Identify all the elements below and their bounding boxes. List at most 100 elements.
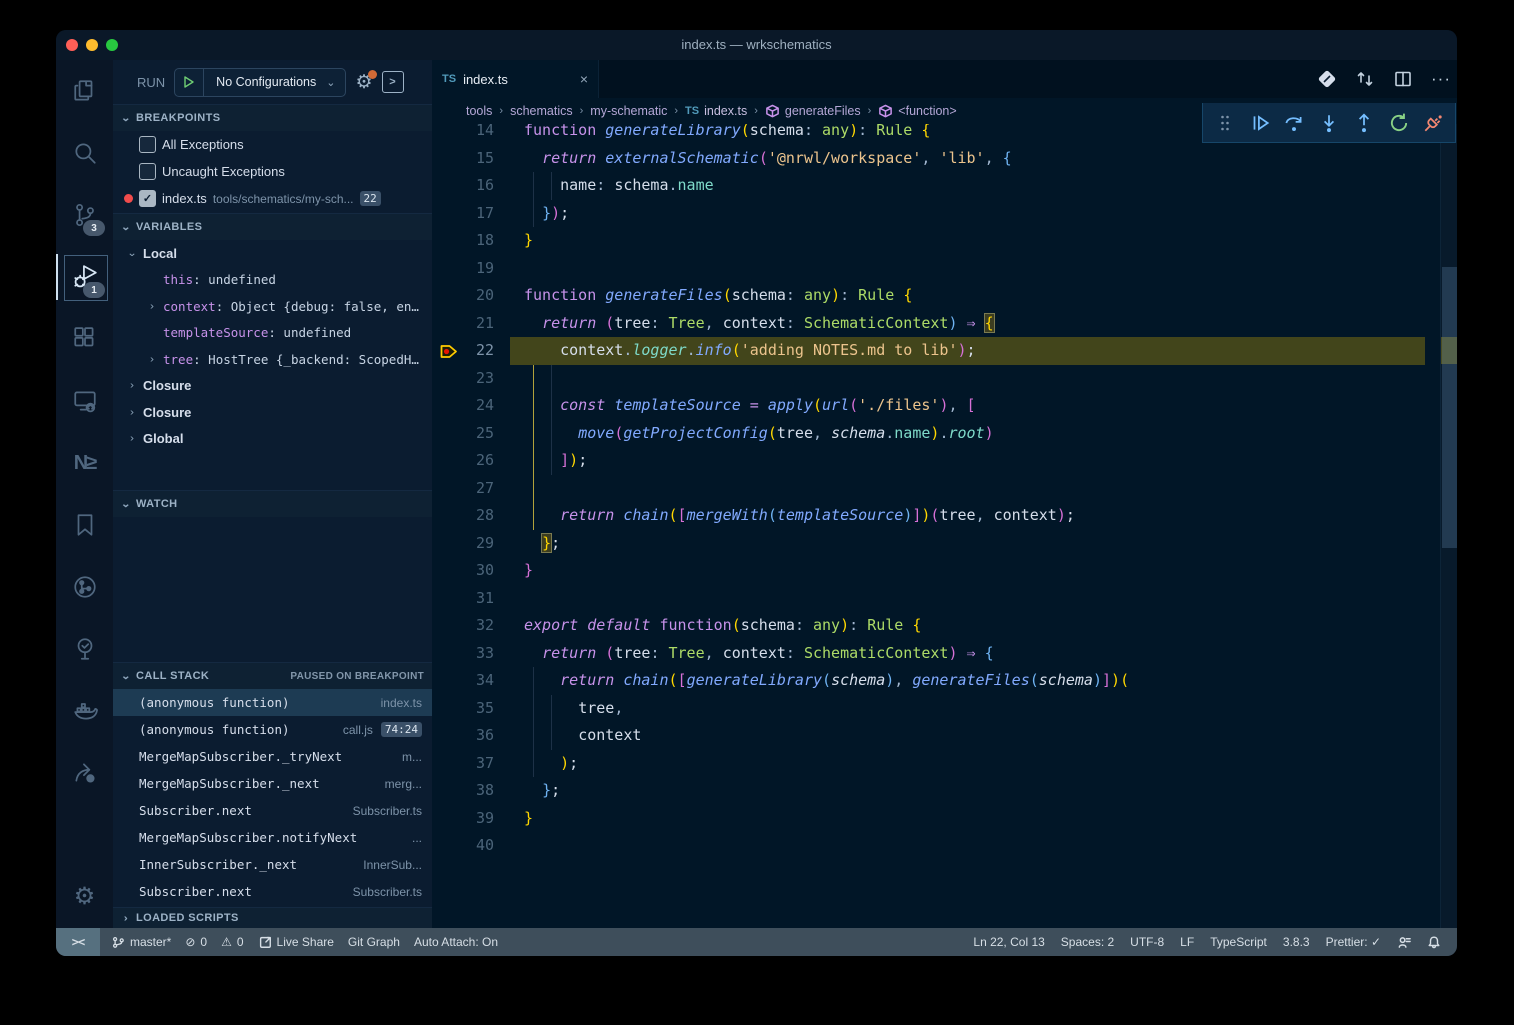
code-line-21[interactable]: 21 return (tree: Tree, context: Schemati… <box>432 310 1441 338</box>
code-line-37[interactable]: 37 ); <box>432 750 1441 778</box>
call-stack-frame[interactable]: (anonymous function)call.js74:24 <box>113 716 432 743</box>
line-number[interactable]: 26 <box>432 447 494 475</box>
code-line-22[interactable]: 22 context.logger.info('adding NOTES.md … <box>432 337 1441 365</box>
line-number[interactable]: 34 <box>432 667 494 695</box>
breakpoint-checkbox[interactable]: ✓ <box>139 190 156 207</box>
line-number[interactable]: 25 <box>432 420 494 448</box>
scope-row[interactable]: ›Closure <box>113 399 432 426</box>
compare-changes-icon[interactable] <box>1355 69 1375 89</box>
scrollbar-slider[interactable] <box>1442 267 1457 548</box>
disconnect-button[interactable] <box>1420 110 1446 136</box>
code-line-28[interactable]: 28 return chain([mergeWith(templateSourc… <box>432 502 1441 530</box>
breakpoint-checkbox[interactable] <box>139 163 156 180</box>
restart-button[interactable] <box>1386 110 1412 136</box>
call-stack-frame[interactable]: Subscriber.nextSubscriber.ts <box>113 797 432 824</box>
activitybar-testing[interactable] <box>56 618 113 680</box>
scope-row[interactable]: ›Global <box>113 426 432 453</box>
statusbar-cursor-position[interactable]: Ln 22, Col 13 <box>965 935 1052 949</box>
tab-index-ts[interactable]: TS index.ts × <box>432 60 599 98</box>
code-area[interactable]: 14function generateLibrary(schema: any):… <box>432 60 1441 928</box>
line-number[interactable]: 23 <box>432 365 494 393</box>
activitybar-live-share[interactable] <box>56 742 113 804</box>
call-stack-frame[interactable]: Subscriber.nextSubscriber.ts <box>113 878 432 905</box>
line-number[interactable]: 33 <box>432 640 494 668</box>
more-actions-icon[interactable]: ··· <box>1431 69 1451 89</box>
line-number[interactable]: 15 <box>432 145 494 173</box>
statusbar-ts-version[interactable]: 3.8.3 <box>1275 935 1318 949</box>
code-line-40[interactable]: 40 <box>432 832 1441 860</box>
activitybar-search[interactable] <box>56 122 113 184</box>
code-line-16[interactable]: 16 name: schema.name <box>432 172 1441 200</box>
line-number[interactable]: 29 <box>432 530 494 558</box>
activitybar-manage[interactable]: ⚙ <box>56 866 113 928</box>
line-number[interactable]: 32 <box>432 612 494 640</box>
code-line-17[interactable]: 17 }); <box>432 200 1441 228</box>
call-stack-frame[interactable]: (anonymous function)index.ts <box>113 689 432 716</box>
code-line-36[interactable]: 36 context <box>432 722 1441 750</box>
open-changes-icon[interactable] <box>1317 69 1337 89</box>
debug-settings-gear-icon[interactable]: ⚙ <box>355 73 372 92</box>
code-line-38[interactable]: 38 }; <box>432 777 1441 805</box>
statusbar-notifications[interactable] <box>1419 935 1449 949</box>
line-number[interactable]: 40 <box>432 832 494 860</box>
call-stack-frame[interactable]: InnerSubscriber._nextInnerSub... <box>113 851 432 878</box>
code-line-26[interactable]: 26 ]); <box>432 447 1441 475</box>
breakpoint-row[interactable]: ✓index.tstools/schematics/my-sch...22 <box>113 185 432 212</box>
statusbar-language-mode[interactable]: TypeScript <box>1202 935 1275 949</box>
activitybar-git-graph[interactable] <box>56 556 113 618</box>
breadcrumb-item[interactable]: schematics <box>510 104 573 118</box>
statusbar-indentation[interactable]: Spaces: 2 <box>1053 935 1122 949</box>
continue-button[interactable] <box>1247 110 1273 136</box>
statusbar-feedback[interactable] <box>1389 935 1419 949</box>
line-number[interactable]: 28 <box>432 502 494 530</box>
statusbar-git-graph[interactable]: Git Graph <box>341 935 407 949</box>
breadcrumb-item[interactable]: my-schematic <box>590 104 667 118</box>
code-line-31[interactable]: 31 <box>432 585 1441 613</box>
variable-row[interactable]: ›tree: HostTree {_backend: ScopedH… <box>113 346 432 373</box>
activitybar-extensions[interactable] <box>56 308 113 370</box>
launch-config-dropdown[interactable]: No Configurations ⌄ <box>174 68 346 97</box>
line-number[interactable]: 27 <box>432 475 494 503</box>
breakpoint-row[interactable]: Uncaught Exceptions <box>113 158 432 185</box>
line-number[interactable]: 30 <box>432 557 494 585</box>
breakpoint-checkbox[interactable] <box>139 136 156 153</box>
scope-row[interactable]: ⌄Local <box>113 240 432 267</box>
statusbar-encoding[interactable]: UTF-8 <box>1122 935 1172 949</box>
line-number[interactable]: 17 <box>432 200 494 228</box>
line-number[interactable]: 37 <box>432 750 494 778</box>
code-line-20[interactable]: 20function generateFiles(schema: any): R… <box>432 282 1441 310</box>
code-line-18[interactable]: 18} <box>432 227 1441 255</box>
line-number[interactable]: 18 <box>432 227 494 255</box>
breadcrumb-item[interactable]: <function> <box>878 104 956 118</box>
call-stack-section-header[interactable]: ⌄ CALL STACK PAUSED ON BREAKPOINT <box>113 662 432 689</box>
activitybar-remote-explorer[interactable] <box>56 370 113 432</box>
statusbar-git-branch[interactable]: master* <box>104 935 178 949</box>
statusbar-errors[interactable]: ⊘0 <box>178 935 214 949</box>
split-editor-icon[interactable] <box>1393 69 1413 89</box>
code-line-25[interactable]: 25 move(getProjectConfig(tree, schema.na… <box>432 420 1441 448</box>
activitybar-docker[interactable] <box>56 680 113 742</box>
watch-section-header[interactable]: ⌄ WATCH <box>113 490 432 517</box>
activitybar-nx-console[interactable]: N≥ <box>56 432 113 494</box>
code-line-35[interactable]: 35 tree, <box>432 695 1441 723</box>
code-line-32[interactable]: 32export default function(schema: any): … <box>432 612 1441 640</box>
call-stack-frame[interactable]: MergeMapSubscriber._tryNextm... <box>113 743 432 770</box>
variable-row[interactable]: templateSource: undefined <box>113 320 432 347</box>
line-number[interactable]: 36 <box>432 722 494 750</box>
activitybar-bookmarks[interactable] <box>56 494 113 556</box>
call-stack-frame[interactable]: MergeMapSubscriber._nextmerg... <box>113 770 432 797</box>
code-line-27[interactable]: 27 <box>432 475 1441 503</box>
loaded-scripts-section-header[interactable]: › LOADED SCRIPTS <box>113 907 432 928</box>
code-line-15[interactable]: 15 return externalSchematic('@nrwl/works… <box>432 145 1441 173</box>
line-number[interactable]: 20 <box>432 282 494 310</box>
activitybar-source-control[interactable]: 3 <box>56 184 113 246</box>
variables-section-header[interactable]: ⌄ VARIABLES <box>113 213 432 240</box>
step-out-button[interactable] <box>1351 110 1377 136</box>
start-debug-icon[interactable] <box>175 69 204 96</box>
breadcrumb-item[interactable]: TSindex.ts <box>685 104 747 118</box>
line-number[interactable]: 35 <box>432 695 494 723</box>
code-line-29[interactable]: 29 }; <box>432 530 1441 558</box>
breadcrumb-item[interactable]: generateFiles <box>765 104 861 118</box>
breadcrumb-item[interactable]: tools <box>466 104 492 118</box>
line-number[interactable]: 22 <box>432 337 494 365</box>
